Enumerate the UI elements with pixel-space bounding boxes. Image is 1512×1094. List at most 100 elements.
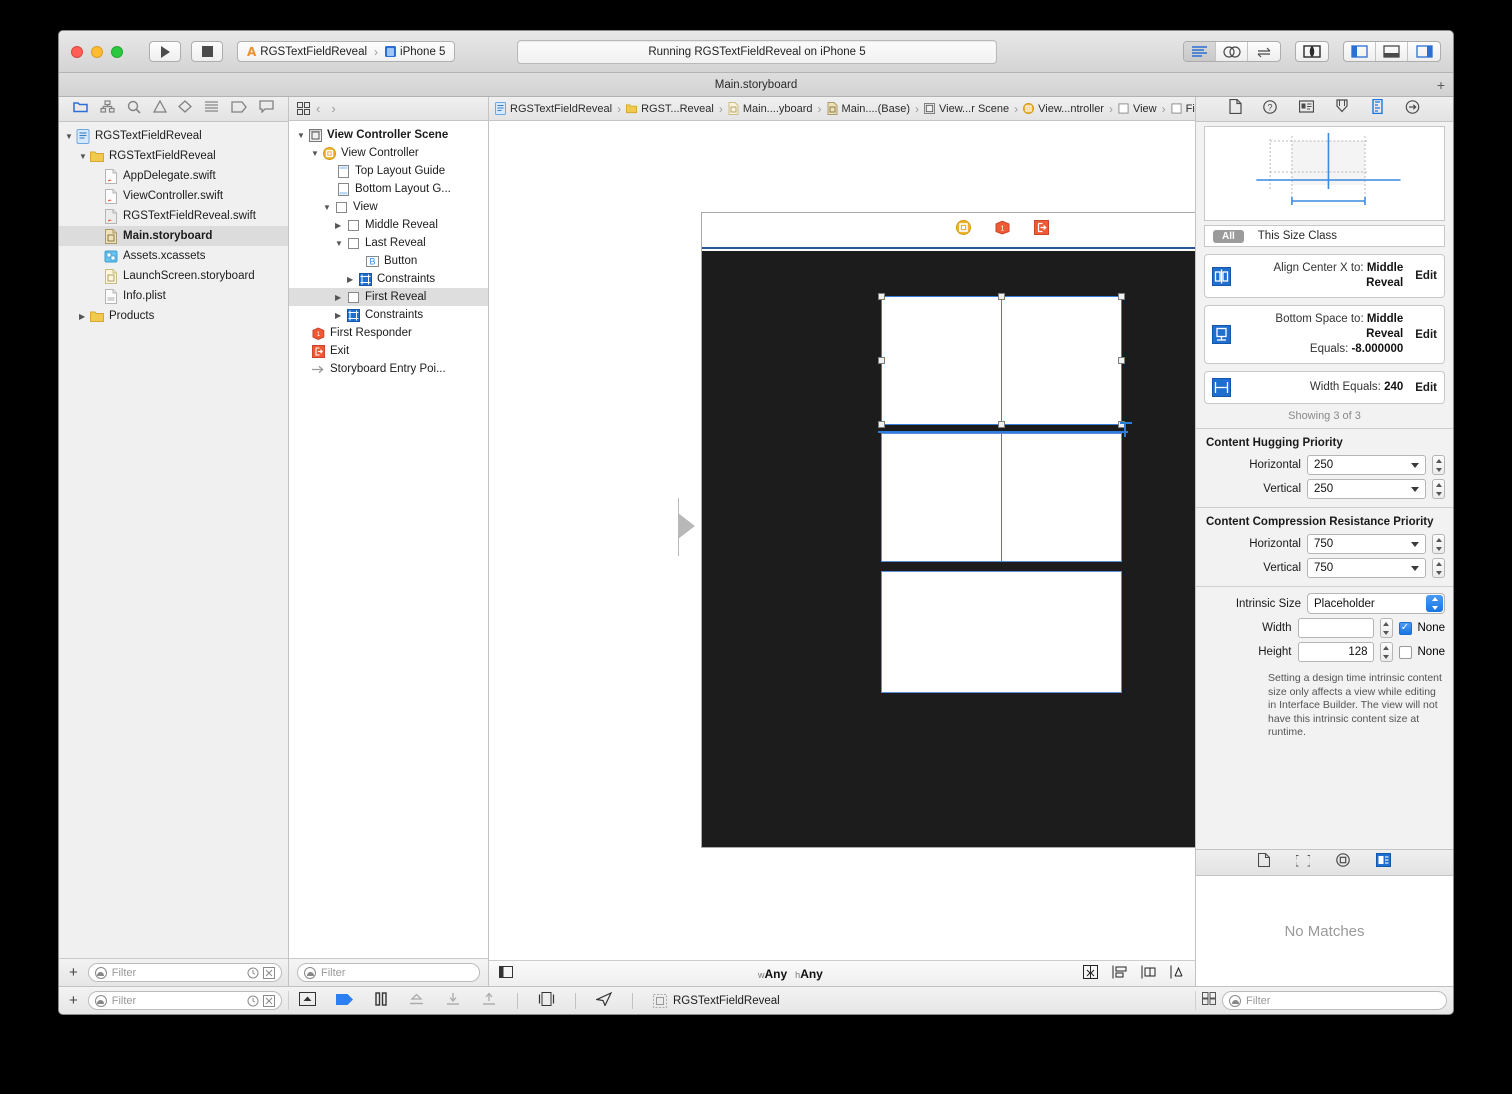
- continue-icon[interactable]: [336, 993, 354, 1009]
- debug-process-item[interactable]: RGSTextFieldReveal: [653, 993, 780, 1008]
- run-button[interactable]: [149, 41, 181, 62]
- view-controller-icon[interactable]: [955, 220, 971, 240]
- intrinsic-height-stepper[interactable]: [1379, 642, 1393, 662]
- add-file-button[interactable]: +: [65, 992, 82, 1009]
- find-navigator-icon[interactable]: [127, 100, 141, 119]
- outline-grid-icon[interactable]: [297, 102, 310, 115]
- intrinsic-width-field[interactable]: [1297, 618, 1374, 638]
- bottom-filter-field[interactable]: Filter: [87, 991, 282, 1010]
- step-out-icon[interactable]: [481, 992, 497, 1009]
- disclosure-triangle-right-icon[interactable]: ▶: [79, 312, 90, 321]
- panel-toggle-segmented-control[interactable]: [1343, 41, 1441, 62]
- standard-editor-button[interactable]: [1184, 42, 1216, 61]
- constraint-bottom-space[interactable]: Bottom Space to: Middle Reveal Equals: -…: [1204, 305, 1445, 364]
- storyboard-canvas[interactable]: 1: [489, 121, 1195, 960]
- nav-row-appdelegate[interactable]: AppDelegate.swift: [59, 166, 288, 186]
- pause-icon[interactable]: [374, 992, 388, 1009]
- add-file-button[interactable]: +: [65, 964, 82, 981]
- source-control-filter-icon[interactable]: [263, 966, 275, 979]
- size-class-label[interactable]: wAny hAny: [758, 967, 823, 981]
- hugging-horizontal-combo[interactable]: 250: [1307, 455, 1426, 475]
- disclosure-triangle-down-icon[interactable]: ▼: [65, 132, 76, 141]
- size-class-this-label[interactable]: This Size Class: [1258, 230, 1337, 242]
- resize-handle-middle-left[interactable]: [878, 357, 885, 364]
- resize-handle-bottom-center[interactable]: [998, 421, 1005, 428]
- compression-horizontal-combo[interactable]: 750: [1307, 534, 1426, 554]
- exit-icon[interactable]: [1033, 220, 1049, 240]
- tab-main-storyboard[interactable]: Main.storyboard: [715, 79, 797, 91]
- nav-row-main-storyboard[interactable]: Main.storyboard: [59, 226, 288, 246]
- nav-row-products[interactable]: ▶ Products: [59, 306, 288, 326]
- step-into-icon[interactable]: [445, 992, 461, 1009]
- toggle-panels-button[interactable]: [1296, 42, 1328, 61]
- toggle-debug-area-button[interactable]: [1376, 42, 1408, 61]
- intrinsic-width-none-checkbox[interactable]: [1398, 621, 1412, 635]
- breakpoint-navigator-icon[interactable]: [231, 100, 248, 118]
- nav-row-rgstextfieldreveal-swift[interactable]: RGSTextFieldReveal.swift: [59, 206, 288, 226]
- report-navigator-icon[interactable]: [259, 100, 274, 118]
- navigator-filter-field[interactable]: Filter: [87, 963, 282, 982]
- edit-constraint-button[interactable]: Edit: [1415, 329, 1437, 341]
- connections-inspector-icon[interactable]: [1405, 99, 1420, 119]
- jumpbar-item-first-reveal[interactable]: First Reveal: [1171, 102, 1195, 115]
- minimize-window-button[interactable]: [91, 45, 103, 58]
- clock-icon[interactable]: [247, 967, 259, 979]
- resize-handle-top-right[interactable]: [1118, 293, 1125, 300]
- disclosure-triangle-down-icon[interactable]: ▼: [311, 149, 322, 158]
- hugging-vertical-combo[interactable]: 250: [1307, 479, 1426, 499]
- add-tab-button[interactable]: +: [1437, 77, 1445, 93]
- resolve-auto-layout-icon[interactable]: [1141, 965, 1156, 982]
- intrinsic-size-popup[interactable]: Placeholder: [1307, 593, 1445, 614]
- source-control-filter-icon[interactable]: [263, 994, 275, 1007]
- hide-show-toolbar-control[interactable]: [1295, 41, 1329, 62]
- nav-row-infoplist[interactable]: Info.plist: [59, 286, 288, 306]
- intrinsic-width-stepper[interactable]: [1379, 618, 1393, 638]
- nav-row-assets[interactable]: Assets.xcassets: [59, 246, 288, 266]
- toggle-navigator-button[interactable]: [1344, 42, 1376, 61]
- constraint-align-center-x[interactable]: Align Center X to: Middle Reveal Edit: [1204, 254, 1445, 298]
- identity-inspector-icon[interactable]: [1298, 100, 1314, 118]
- zoom-window-button[interactable]: [111, 45, 123, 58]
- library-filter-field[interactable]: Filter: [1222, 991, 1447, 1010]
- jumpbar-item-view[interactable]: View: [1118, 102, 1157, 115]
- disclosure-triangle-down-icon[interactable]: ▼: [79, 152, 90, 161]
- compression-vertical-combo[interactable]: 750: [1307, 558, 1426, 578]
- object-library-icon[interactable]: [1336, 853, 1350, 872]
- view-controller-scene[interactable]: 1: [678, 212, 1195, 848]
- size-inspector-icon[interactable]: [1371, 98, 1384, 119]
- outline-row-bottom-layout-guide[interactable]: Bottom Layout G...: [289, 180, 488, 198]
- assistant-editor-button[interactable]: [1216, 42, 1248, 61]
- jumpbar-back-button[interactable]: ‹: [311, 101, 325, 116]
- hugging-horizontal-stepper[interactable]: [1432, 455, 1445, 475]
- library-grid-toggle-icon[interactable]: [1202, 991, 1216, 1010]
- constraint-width-equals[interactable]: Width Equals: 240 Edit: [1204, 371, 1445, 404]
- resize-handle-bottom-left[interactable]: [878, 421, 885, 428]
- close-window-button[interactable]: [71, 45, 83, 58]
- disclosure-triangle-down-icon[interactable]: ▼: [323, 203, 334, 212]
- outline-row-storyboard-entry-point[interactable]: Storyboard Entry Poi...: [289, 360, 488, 378]
- jumpbar-item-view-controller[interactable]: View...ntroller: [1023, 102, 1104, 115]
- file-inspector-icon[interactable]: [1229, 98, 1242, 119]
- outline-row-top-layout-guide[interactable]: Top Layout Guide: [289, 162, 488, 180]
- intrinsic-height-none-checkbox[interactable]: [1398, 645, 1412, 659]
- disclosure-triangle-down-icon[interactable]: ▼: [297, 131, 308, 140]
- jump-bar[interactable]: RGSTextFieldReveal › RGST...Reveal › Mai…: [489, 97, 1195, 121]
- test-navigator-icon[interactable]: [178, 100, 193, 118]
- disclosure-triangle-right-icon[interactable]: ▶: [335, 221, 346, 230]
- debug-view-hierarchy-icon[interactable]: [538, 992, 555, 1009]
- size-class-all-pill[interactable]: All: [1213, 229, 1244, 243]
- first-responder-icon[interactable]: 1: [995, 220, 1010, 240]
- disclosure-triangle-right-icon[interactable]: ▶: [347, 275, 358, 284]
- resize-handle-top-center[interactable]: [998, 293, 1005, 300]
- resize-handle-middle-right[interactable]: [1118, 357, 1125, 364]
- intrinsic-height-field[interactable]: 128: [1297, 642, 1374, 662]
- outline-row-view-controller-scene[interactable]: ▼ View Controller Scene: [289, 126, 488, 144]
- edit-constraint-button[interactable]: Edit: [1415, 382, 1437, 394]
- stop-button[interactable]: [191, 41, 223, 62]
- jumpbar-forward-button[interactable]: ›: [326, 101, 340, 116]
- project-navigator-list[interactable]: ▼ RGSTextFieldReveal ▼ RGSTextFieldRevea…: [59, 122, 288, 958]
- nav-row-launchscreen[interactable]: LaunchScreen.storyboard: [59, 266, 288, 286]
- outline-list[interactable]: ▼ View Controller Scene ▼ View Controlle…: [289, 121, 488, 958]
- nav-row-group[interactable]: ▼ RGSTextFieldReveal: [59, 146, 288, 166]
- outline-row-middle-reveal[interactable]: ▶ Middle Reveal: [289, 216, 488, 234]
